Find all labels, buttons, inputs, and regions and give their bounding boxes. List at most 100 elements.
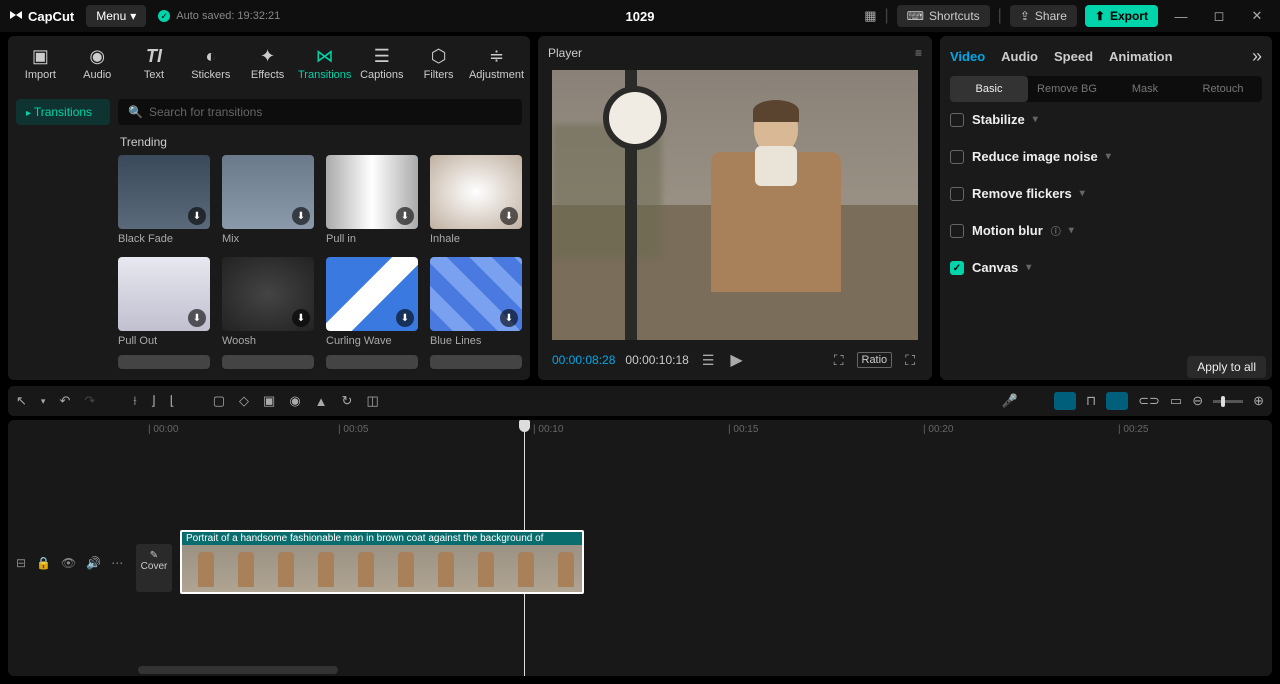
search-input[interactable]: 🔍 Search for transitions bbox=[118, 99, 522, 125]
tool-effects[interactable]: ✦Effects bbox=[239, 42, 296, 85]
download-icon[interactable]: ⬇ bbox=[188, 207, 206, 225]
crop-icon[interactable]: ◫ bbox=[366, 393, 378, 409]
mirror-icon[interactable]: ▲ bbox=[315, 394, 328, 409]
download-icon[interactable]: ⬇ bbox=[500, 207, 518, 225]
trim-right-icon[interactable]: ⌊ bbox=[170, 393, 175, 409]
share-button[interactable]: ⇪ Share bbox=[1010, 5, 1077, 27]
shortcuts-button[interactable]: ⌨ Shortcuts bbox=[897, 5, 990, 27]
transition-woosh[interactable]: ⬇Woosh bbox=[222, 257, 314, 347]
download-icon[interactable]: ⬇ bbox=[292, 207, 310, 225]
video-clip[interactable]: Portrait of a handsome fashionable man i… bbox=[180, 530, 584, 594]
apply-to-all-button[interactable]: Apply to all bbox=[1187, 356, 1266, 378]
tab-animation[interactable]: Animation bbox=[1109, 49, 1173, 64]
trim-left-icon[interactable]: ⌋ bbox=[151, 393, 156, 409]
transition-item[interactable] bbox=[430, 355, 522, 369]
track-visible-icon[interactable]: 👁 bbox=[61, 556, 76, 570]
timeline[interactable]: | 00:00 | 00:05 | 00:10 | 00:15 | 00:20 … bbox=[8, 420, 1272, 676]
transition-curling-wave[interactable]: ⬇Curling Wave bbox=[326, 257, 418, 347]
zoom-in-icon[interactable]: ⊕ bbox=[1253, 393, 1264, 409]
tab-audio[interactable]: Audio bbox=[1001, 49, 1038, 64]
tool-captions[interactable]: ☰Captions bbox=[353, 42, 410, 85]
track-mute-icon[interactable]: 🔊 bbox=[86, 556, 101, 570]
export-button[interactable]: ⬆ Export bbox=[1085, 5, 1158, 27]
subtab-mask[interactable]: Mask bbox=[1106, 76, 1184, 102]
tool-import[interactable]: ▣Import bbox=[12, 42, 69, 85]
subtab-retouch[interactable]: Retouch bbox=[1184, 76, 1262, 102]
opt-remove-flickers[interactable]: Remove flickers▾ bbox=[950, 186, 1262, 201]
cover-button[interactable]: ✎ Cover bbox=[136, 544, 172, 592]
scan-icon[interactable]: ⛶ bbox=[831, 349, 847, 372]
checkbox-icon[interactable] bbox=[950, 113, 964, 127]
rotate-icon[interactable]: ↻ bbox=[342, 393, 353, 409]
preview-icon[interactable]: ▭ bbox=[1170, 393, 1182, 409]
checkbox-icon[interactable] bbox=[950, 150, 964, 164]
transition-item[interactable] bbox=[222, 355, 314, 369]
checkbox-icon[interactable] bbox=[950, 224, 964, 238]
split-icon[interactable]: ⟊ bbox=[133, 393, 136, 409]
menu-button[interactable]: Menu ▾ bbox=[86, 5, 146, 27]
close-button[interactable]: ✕ bbox=[1242, 8, 1272, 24]
tool-filters[interactable]: ⬡Filters bbox=[410, 42, 467, 85]
fullscreen-icon[interactable]: ⛶ bbox=[902, 349, 918, 372]
download-icon[interactable]: ⬇ bbox=[396, 207, 414, 225]
player-menu-icon[interactable]: ≡ bbox=[915, 46, 922, 60]
minimize-button[interactable]: — bbox=[1166, 9, 1196, 24]
subtab-basic[interactable]: Basic bbox=[950, 76, 1028, 102]
download-icon[interactable]: ⬇ bbox=[188, 309, 206, 327]
checkbox-icon[interactable] bbox=[950, 187, 964, 201]
opt-canvas[interactable]: ✓Canvas▾ bbox=[950, 260, 1262, 275]
tab-video[interactable]: Video bbox=[950, 49, 985, 64]
pointer-tool-icon[interactable]: ↖ bbox=[16, 393, 27, 409]
preview-quality-icon[interactable]: ☰ bbox=[699, 349, 718, 372]
subtab-remove-bg[interactable]: Remove BG bbox=[1028, 76, 1106, 102]
snap-1-icon[interactable] bbox=[1054, 392, 1076, 410]
transition-pull-in[interactable]: ⬇Pull in bbox=[326, 155, 418, 245]
tool-adjustment[interactable]: ≑Adjustment bbox=[467, 42, 526, 85]
tool-audio[interactable]: ◉Audio bbox=[69, 42, 126, 85]
link-icon[interactable]: ⊂⊃ bbox=[1138, 393, 1160, 409]
checkbox-checked-icon[interactable]: ✓ bbox=[950, 261, 964, 275]
chevron-down-icon: ▾ bbox=[130, 9, 136, 23]
freeze-icon[interactable]: ◉ bbox=[289, 393, 300, 409]
more-tabs-icon[interactable]: » bbox=[1252, 46, 1262, 67]
compound-icon[interactable]: ▣ bbox=[263, 393, 275, 409]
ratio-button[interactable]: Ratio bbox=[857, 352, 893, 368]
tab-speed[interactable]: Speed bbox=[1054, 49, 1093, 64]
sidebar-tab-transitions[interactable]: ▸ Transitions bbox=[16, 99, 110, 125]
magnet-icon[interactable]: ⊓ bbox=[1086, 393, 1096, 409]
transition-pull-out[interactable]: ⬇Pull Out bbox=[118, 257, 210, 347]
transition-item[interactable] bbox=[326, 355, 418, 369]
tool-transitions[interactable]: ⋈Transitions bbox=[296, 42, 353, 85]
transition-inhale[interactable]: ⬇Inhale bbox=[430, 155, 522, 245]
download-icon[interactable]: ⬇ bbox=[500, 309, 518, 327]
delete-icon[interactable]: ▢ bbox=[213, 393, 225, 409]
opt-motion-blur[interactable]: Motion blurⓘ▾ bbox=[950, 223, 1262, 238]
chevron-down-icon[interactable]: ▾ bbox=[41, 396, 46, 407]
zoom-slider[interactable] bbox=[1213, 400, 1243, 403]
track-collapse-icon[interactable]: ⊟ bbox=[16, 556, 26, 570]
redo-icon[interactable]: ↷ bbox=[84, 393, 95, 409]
play-button[interactable]: ▶ bbox=[727, 347, 745, 373]
player-viewport[interactable] bbox=[552, 70, 918, 340]
marker-icon[interactable]: ◇ bbox=[239, 393, 249, 409]
tool-stickers[interactable]: ◐Stickers bbox=[182, 42, 239, 85]
opt-reduce-noise[interactable]: Reduce image noise▾ bbox=[950, 149, 1262, 164]
snap-2-icon[interactable] bbox=[1106, 392, 1128, 410]
maximize-button[interactable]: ◻ bbox=[1204, 8, 1234, 24]
layout-icon[interactable]: ▦ bbox=[864, 8, 876, 24]
time-ruler[interactable]: | 00:00 | 00:05 | 00:10 | 00:15 | 00:20 … bbox=[138, 420, 1272, 442]
opt-stabilize[interactable]: Stabilize▾ bbox=[950, 112, 1262, 127]
transition-blue-lines[interactable]: ⬇Blue Lines bbox=[430, 257, 522, 347]
transition-black-fade[interactable]: ⬇Black Fade bbox=[118, 155, 210, 245]
download-icon[interactable]: ⬇ bbox=[292, 309, 310, 327]
zoom-out-icon[interactable]: ⊖ bbox=[1192, 393, 1203, 409]
undo-icon[interactable]: ↶ bbox=[59, 393, 70, 409]
mic-icon[interactable]: 🎤 bbox=[1002, 393, 1018, 409]
tool-text[interactable]: TIText bbox=[126, 42, 183, 85]
horizontal-scrollbar[interactable] bbox=[138, 666, 338, 674]
transition-mix[interactable]: ⬇Mix bbox=[222, 155, 314, 245]
transition-item[interactable] bbox=[118, 355, 210, 369]
track-more-icon[interactable]: ⋯ bbox=[111, 556, 123, 570]
track-lock-icon[interactable]: 🔒 bbox=[36, 556, 51, 570]
download-icon[interactable]: ⬇ bbox=[396, 309, 414, 327]
